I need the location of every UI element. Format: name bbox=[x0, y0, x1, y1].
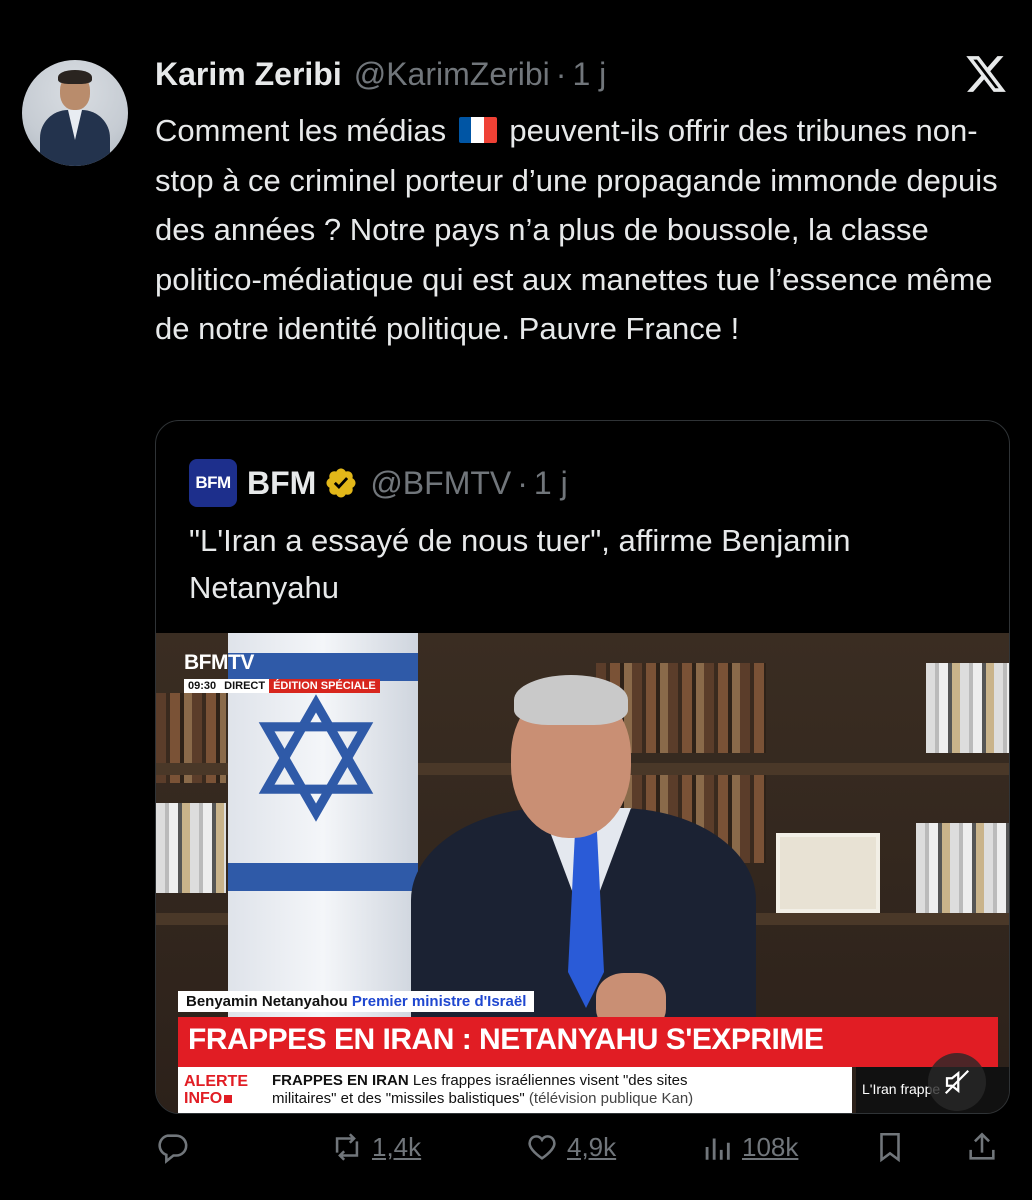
video-player[interactable]: BFMTV 09:30 DIRECT ÉDITION SPÉCIALE Beny… bbox=[156, 633, 1009, 1113]
views-count: 108k bbox=[742, 1131, 799, 1162]
flag-stripe bbox=[228, 863, 418, 891]
heart-icon bbox=[528, 1135, 556, 1160]
views-icon bbox=[705, 1138, 730, 1160]
live-label: DIRECT bbox=[220, 679, 270, 693]
bookmark-button[interactable] bbox=[873, 1130, 907, 1164]
quoted-author-handle[interactable]: @BFMTV bbox=[370, 465, 511, 502]
france-flag-icon bbox=[458, 117, 497, 143]
verified-badge-icon bbox=[326, 468, 356, 498]
alert-label: ALERTE INFO bbox=[184, 1073, 248, 1107]
views-button[interactable]: 108k bbox=[700, 1130, 798, 1164]
live-indicator: 09:30 DIRECT ÉDITION SPÉCIALE bbox=[184, 679, 380, 693]
broadcast-time: 09:30 bbox=[184, 679, 221, 693]
author-avatar[interactable] bbox=[22, 60, 128, 166]
quoted-author-name[interactable]: BFM bbox=[247, 465, 316, 502]
photo-frame bbox=[776, 833, 880, 913]
author-handle[interactable]: @KarimZeribi bbox=[354, 56, 550, 93]
tweet-header: Karim Zeribi @KarimZeribi · 1 j bbox=[155, 56, 606, 96]
tweet-text: Comment les médias peuvent-ils offrir de… bbox=[155, 106, 1005, 354]
repost-count: 1,4k bbox=[372, 1131, 422, 1162]
separator-dot: · bbox=[517, 464, 528, 501]
tweet-time[interactable]: 1 j bbox=[572, 56, 606, 93]
speaker-caption: Benyamin Netanyahou Premier ministre d'I… bbox=[178, 991, 535, 1012]
share-button[interactable] bbox=[965, 1130, 999, 1164]
action-bar: 1,4k 4,9k 108k bbox=[155, 1130, 1010, 1176]
tweet-text-part2: peuvent-ils offrir des tribunes non-stop… bbox=[155, 113, 998, 347]
speaker-role: Premier ministre d'Israël bbox=[351, 993, 527, 1010]
books bbox=[916, 823, 1009, 913]
share-icon bbox=[969, 1132, 995, 1160]
repost-icon bbox=[335, 1133, 359, 1161]
channel-logo: BFMTV bbox=[184, 651, 254, 674]
author-name[interactable]: Karim Zeribi bbox=[155, 56, 342, 93]
separator-dot: · bbox=[555, 56, 567, 92]
quoted-tweet-header: BFM BFM @BFMTV · 1 j bbox=[189, 459, 568, 507]
like-count: 4,9k bbox=[567, 1131, 617, 1162]
muted-speaker-icon bbox=[944, 1069, 970, 1095]
news-ticker: ALERTE INFO FRAPPES EN IRAN Les frappes … bbox=[178, 1067, 852, 1113]
books bbox=[926, 663, 1009, 753]
flag-stripe bbox=[228, 653, 418, 681]
like-button[interactable]: 4,9k bbox=[525, 1130, 616, 1164]
reply-icon bbox=[158, 1134, 188, 1164]
news-headline: FRAPPES EN IRAN : NETANYAHU S'EXPRIME bbox=[178, 1017, 998, 1067]
quoted-tweet[interactable]: BFM BFM @BFMTV · 1 j "L'Iran a essayé de… bbox=[155, 420, 1010, 1114]
star-of-david-icon bbox=[258, 694, 374, 822]
quoted-tweet-text: "L'Iran a essayé de nous tuer", affirme … bbox=[189, 523, 851, 605]
ticker-text: FRAPPES EN IRAN Les frappes israéliennes… bbox=[272, 1072, 694, 1107]
speaker-hair bbox=[514, 675, 628, 725]
mute-button[interactable] bbox=[928, 1053, 986, 1111]
edition-label: ÉDITION SPÉCIALE bbox=[269, 679, 380, 693]
books bbox=[156, 803, 226, 893]
x-logo-icon[interactable] bbox=[964, 52, 1008, 96]
repost-button[interactable]: 1,4k bbox=[330, 1130, 421, 1164]
speaker-name: Benyamin Netanyahou bbox=[186, 993, 348, 1010]
bookmark-icon bbox=[880, 1132, 900, 1163]
bfm-avatar[interactable]: BFM bbox=[189, 459, 237, 507]
tweet-text-part1: Comment les médias bbox=[155, 113, 447, 148]
reply-button[interactable] bbox=[155, 1130, 197, 1164]
quoted-time[interactable]: 1 j bbox=[534, 465, 568, 502]
